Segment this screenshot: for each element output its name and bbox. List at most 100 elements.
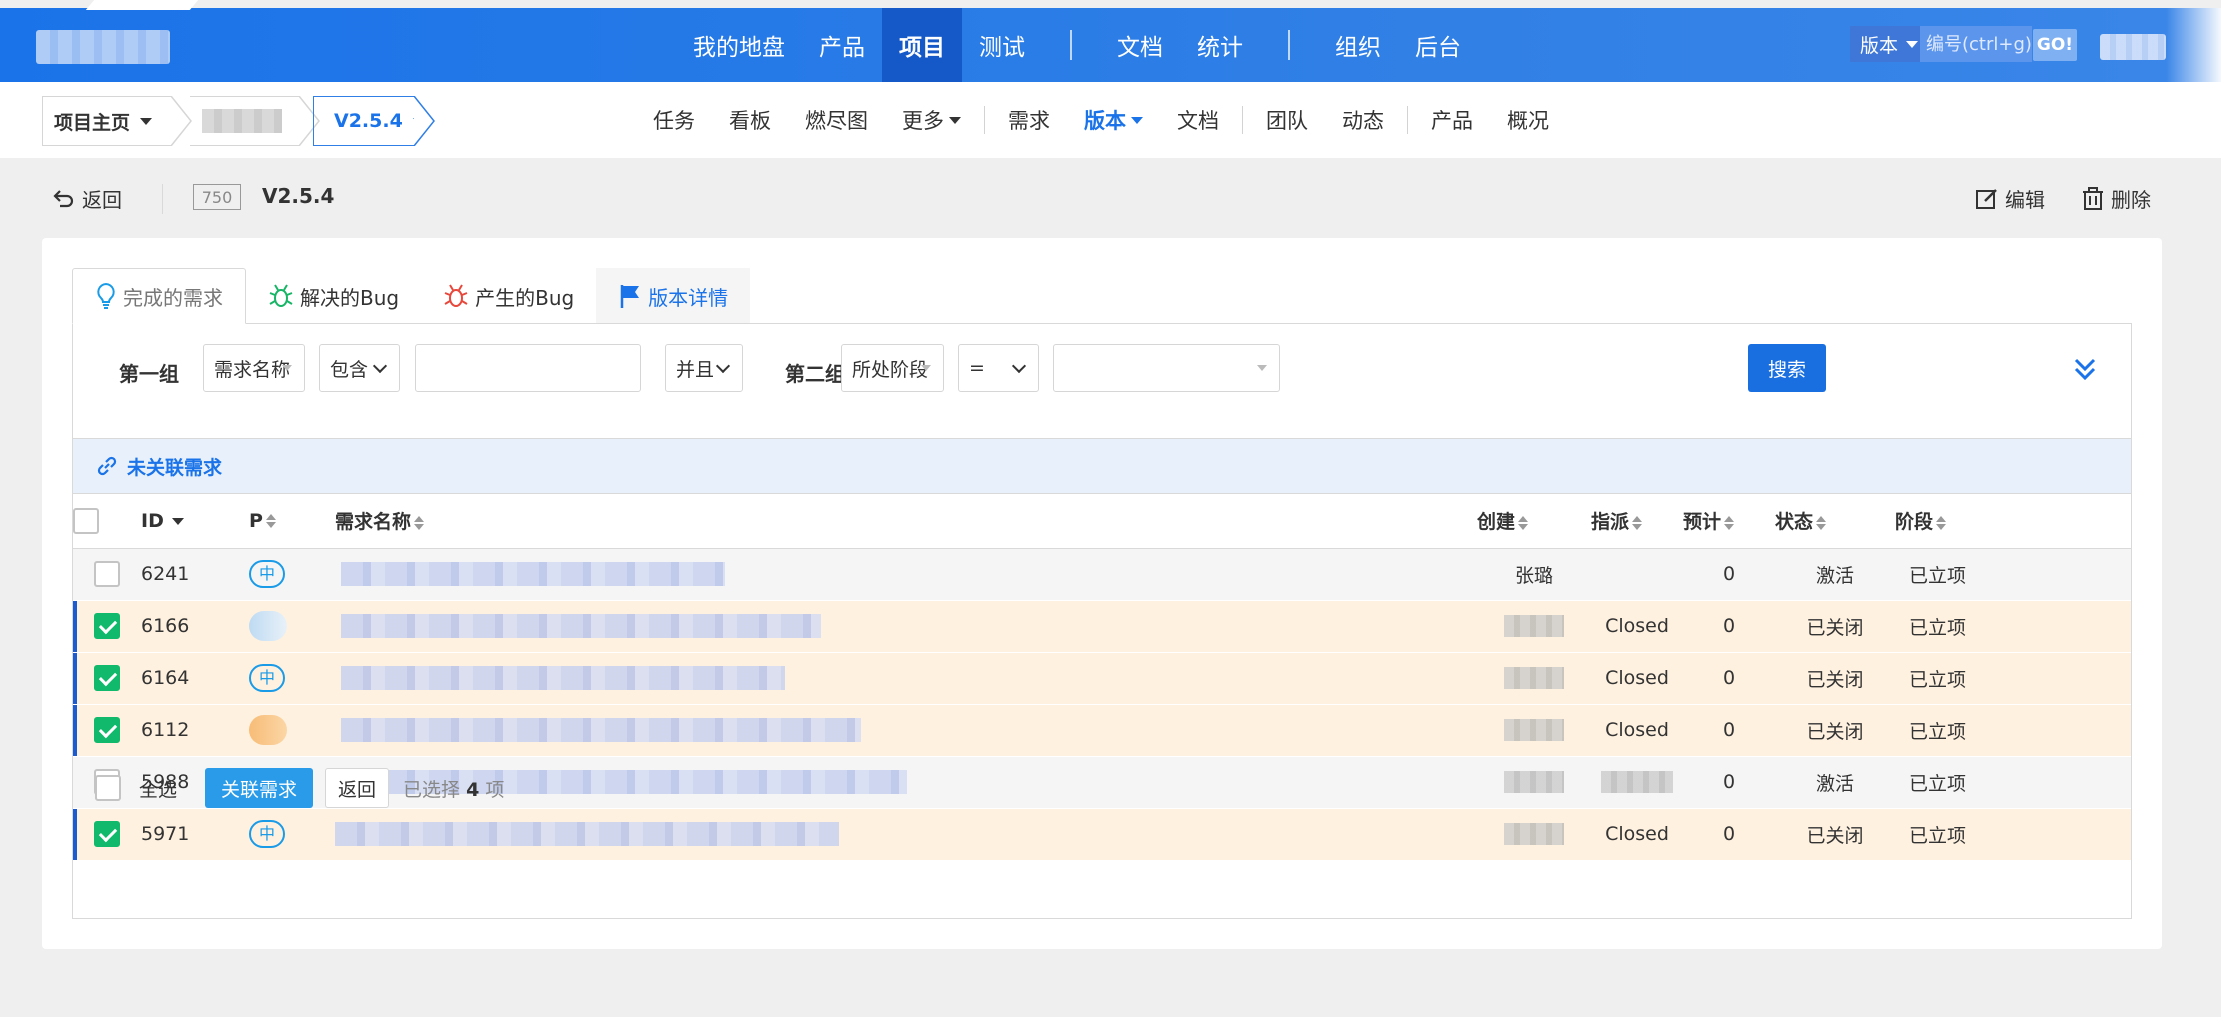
priority-badge xyxy=(249,611,287,641)
breadcrumb-project-home[interactable]: 项目主页 xyxy=(42,96,172,146)
header-creator[interactable]: 创建 xyxy=(1477,494,1591,549)
header-stage-label: 阶段 xyxy=(1895,511,1934,534)
row-title-cell[interactable] xyxy=(335,652,1477,705)
subnav-dynamic[interactable]: 动态 xyxy=(1325,105,1401,135)
search-type-select[interactable]: 版本 xyxy=(1850,26,1920,62)
row-assignee xyxy=(1591,548,1683,601)
table-row[interactable]: 6241 中 张璐 0 激活 已立项 xyxy=(73,548,2131,601)
subnav-doc[interactable]: 文档 xyxy=(1160,105,1236,135)
group1-operator-select[interactable]: 包含 xyxy=(319,344,400,392)
row-checkbox-cell xyxy=(73,600,141,653)
nav-doc[interactable]: 文档 xyxy=(1100,8,1180,82)
delete-button[interactable]: 删除 xyxy=(2080,184,2151,213)
tab-content: 第一组 需求名称 包含 并且 第二组 所处阶段 = 搜索 未关联需求 ID P … xyxy=(72,323,2132,919)
row-checkbox-cell xyxy=(73,704,141,757)
subnav-task[interactable]: 任务 xyxy=(636,105,712,135)
row-checkbox[interactable] xyxy=(94,613,120,639)
breadcrumb-version[interactable]: V2.5.4 xyxy=(313,96,425,146)
edit-label: 编辑 xyxy=(2005,188,2045,212)
group2-field-select[interactable]: 所处阶段 xyxy=(841,344,944,392)
subnav-team[interactable]: 团队 xyxy=(1249,105,1325,135)
row-id: 6112 xyxy=(141,704,249,757)
tab-finished-stories[interactable]: 完成的需求 xyxy=(72,268,246,324)
bug-icon xyxy=(269,284,293,307)
subnav-build[interactable]: 版本 xyxy=(1067,105,1160,135)
nav-test[interactable]: 测试 xyxy=(962,8,1042,82)
row-title-cell[interactable] xyxy=(335,600,1477,653)
row-checkbox[interactable] xyxy=(94,821,120,847)
row-title-cell[interactable] xyxy=(335,704,1477,757)
subnav-more[interactable]: 更多 xyxy=(885,105,978,135)
tab-build-details[interactable]: 版本详情 xyxy=(596,268,751,324)
story-title-blurred[interactable] xyxy=(341,562,725,586)
header-checkbox[interactable] xyxy=(73,507,99,534)
nav-project[interactable]: 项目 xyxy=(882,8,962,82)
subnav-overview[interactable]: 概况 xyxy=(1490,105,1566,135)
header-title[interactable]: 需求名称 xyxy=(335,494,1477,549)
id-search-input[interactable] xyxy=(1920,26,2032,62)
nav-stats[interactable]: 统计 xyxy=(1180,8,1260,82)
caret-down-icon xyxy=(140,117,153,125)
header-stage[interactable]: 阶段 xyxy=(1895,494,2131,549)
row-checkbox[interactable] xyxy=(94,717,120,743)
go-button[interactable]: GO! xyxy=(2033,29,2077,61)
return-button[interactable]: 返回 xyxy=(325,768,390,808)
table-row[interactable]: 6164 中 Closed 0 已关闭 已立项 xyxy=(73,652,2131,705)
tab-resolved-bugs[interactable]: 解决的Bug xyxy=(246,268,421,324)
subnav-burndown[interactable]: 燃尽图 xyxy=(788,105,885,135)
header-estimate[interactable]: 预计 xyxy=(1683,494,1775,549)
group2-operator-select[interactable]: = xyxy=(958,344,1039,392)
nav-my-dashboard[interactable]: 我的地盘 xyxy=(676,8,802,82)
subnav-more-label: 更多 xyxy=(902,109,944,133)
row-checkbox[interactable] xyxy=(94,665,120,691)
row-creator-cell xyxy=(1477,600,1591,653)
row-pri-cell xyxy=(249,600,335,653)
nav-admin[interactable]: 后台 xyxy=(1398,8,1478,82)
main-panel: 完成的需求 解决的Bug 产生的Bug 版本详情 第一组 需求名称 包含 并且 … xyxy=(42,238,2162,949)
subnav-kanban[interactable]: 看板 xyxy=(712,105,788,135)
logic-select[interactable]: 并且 xyxy=(665,344,743,392)
story-title-blurred[interactable] xyxy=(341,666,785,690)
header-pri[interactable]: P xyxy=(249,494,335,549)
company-logo[interactable] xyxy=(36,30,170,64)
double-chevron-down-icon[interactable] xyxy=(2073,356,2097,382)
group1-value-input[interactable] xyxy=(415,344,641,392)
priority-badge xyxy=(249,715,287,745)
nav-org[interactable]: 组织 xyxy=(1318,8,1398,82)
row-pri-cell: 中 xyxy=(249,548,335,601)
priority-badge: 中 xyxy=(249,820,285,848)
row-title-cell[interactable] xyxy=(335,548,1477,601)
divider xyxy=(162,184,163,214)
story-title-blurred[interactable] xyxy=(341,614,821,638)
story-title-blurred[interactable] xyxy=(341,718,861,742)
search-button[interactable]: 搜索 xyxy=(1748,344,1826,392)
link-stories-button[interactable]: 关联需求 xyxy=(205,768,314,808)
row-checkbox[interactable] xyxy=(94,561,120,587)
group1-field-value: 需求名称 xyxy=(214,358,291,381)
header-id-label: ID xyxy=(141,509,164,532)
header-id[interactable]: ID xyxy=(141,494,249,549)
table-row[interactable]: 6166 Closed 0 已关闭 已立项 xyxy=(73,600,2131,653)
group1-field-select[interactable]: 需求名称 xyxy=(203,344,305,392)
select-all-checkbox[interactable] xyxy=(95,775,121,801)
selected-prefix: 已选择 xyxy=(403,778,461,801)
nav-product[interactable]: 产品 xyxy=(802,8,882,82)
header-title-label: 需求名称 xyxy=(335,511,412,534)
table-row[interactable]: 6112 Closed 0 已关闭 已立项 xyxy=(73,704,2131,757)
back-button[interactable]: 返回 xyxy=(52,184,122,213)
edit-button[interactable]: 编辑 xyxy=(1974,184,2045,213)
breadcrumb-project[interactable] xyxy=(190,96,300,146)
header-creator-label: 创建 xyxy=(1477,511,1516,534)
breadcrumb-chevron-icon xyxy=(414,96,435,146)
tab-created-bugs[interactable]: 产生的Bug xyxy=(421,268,596,324)
group2-value-select[interactable] xyxy=(1053,344,1280,392)
group1-label: 第一组 xyxy=(119,362,179,386)
header-assignee[interactable]: 指派 xyxy=(1591,494,1683,549)
story-title-blurred[interactable] xyxy=(335,822,839,846)
user-menu[interactable] xyxy=(2100,34,2166,60)
subnav-product[interactable]: 产品 xyxy=(1414,105,1490,135)
subnav-story[interactable]: 需求 xyxy=(991,105,1067,135)
row-assignee: Closed xyxy=(1591,652,1683,705)
select-all-label[interactable]: 全选 xyxy=(139,775,177,802)
header-status[interactable]: 状态 xyxy=(1775,494,1895,549)
